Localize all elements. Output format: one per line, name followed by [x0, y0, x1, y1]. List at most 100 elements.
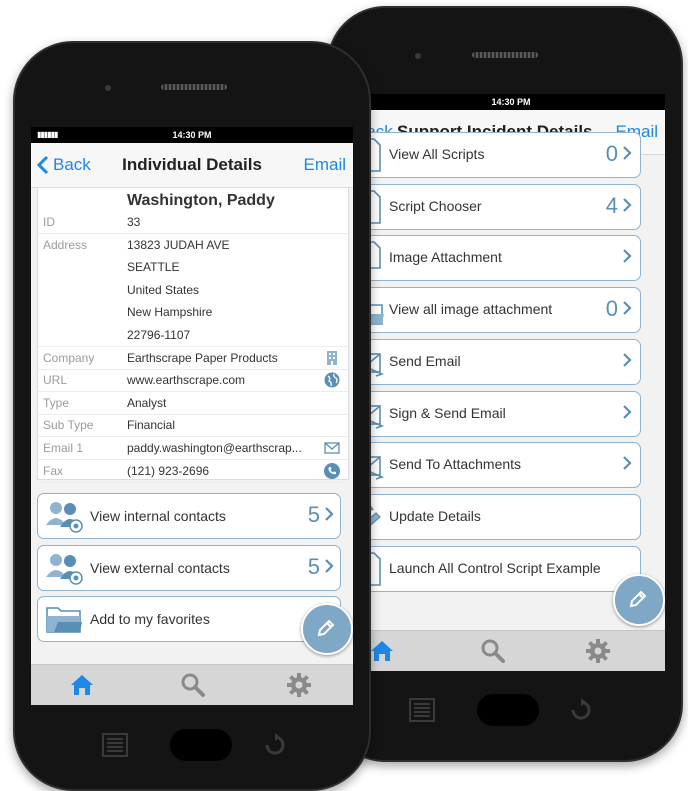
incident-action-row[interactable]: Launch All Control Script Example — [357, 545, 641, 592]
field-label: Fax — [43, 463, 64, 478]
email-button[interactable]: Email — [303, 155, 346, 175]
chevron-right-icon — [623, 404, 632, 419]
row-label: Update Details — [389, 507, 481, 524]
detail-row: ID 33 — [38, 211, 348, 234]
front-camera — [105, 85, 111, 91]
row-label: Send Email — [389, 352, 461, 369]
field-value: SEATTLE — [127, 260, 180, 275]
field-value: New Hampshire — [127, 305, 213, 320]
back-phone: ▮▮ 14:30 PM Back Support Incident Detail… — [327, 6, 683, 762]
earpiece-speaker — [472, 52, 538, 58]
contact-action-card[interactable]: View external contacts 5 — [37, 544, 341, 591]
globe-icon[interactable] — [324, 372, 340, 388]
field-value: www.earthscrape.com — [127, 373, 246, 388]
row-count: 4 — [605, 192, 618, 218]
field-label: Address — [43, 237, 88, 252]
action-label: View internal contacts — [90, 508, 226, 524]
row-label: View All Scripts — [389, 146, 485, 162]
home-hardware-button[interactable] — [477, 694, 539, 726]
field-value: Earthscrape Paper Products — [127, 350, 278, 365]
rotate-icon[interactable] — [263, 733, 287, 757]
field-value: (121) 923-2696 — [127, 463, 210, 478]
detail-row: United States — [38, 279, 348, 301]
chevron-right-icon — [325, 507, 334, 521]
detail-row: Company Earthscrape Paper Products — [38, 347, 348, 370]
nav-bar: Back Individual Details Email — [31, 143, 353, 188]
individual-details-card: Washington, Paddy ID 33 Address 13823 JUDAH… — [37, 187, 349, 483]
field-label: Sub Type — [43, 418, 94, 433]
incident-action-row[interactable]: Script Chooser 4 — [357, 183, 641, 230]
row-count: 0 — [605, 141, 618, 166]
action-count: 5 — [307, 553, 320, 579]
field-value: Analyst — [127, 395, 167, 410]
contact-action-card[interactable]: View internal contacts 5 — [37, 493, 341, 539]
gear-icon[interactable] — [286, 672, 312, 698]
incident-action-row[interactable]: View all image attachment 0 — [357, 287, 641, 334]
status-bar: ▮▮▮▮▮▮ 14:30 PM — [31, 127, 353, 143]
detail-row: SEATTLE — [38, 256, 348, 278]
chevron-right-icon — [623, 456, 632, 470]
chevron-right-icon — [623, 249, 632, 264]
rotate-icon[interactable] — [569, 698, 593, 722]
tab-bar — [357, 630, 665, 671]
building-icon[interactable] — [324, 350, 340, 366]
row-label: Script Chooser — [389, 197, 482, 214]
field-value: 33 — [127, 215, 141, 229]
gear-icon[interactable] — [585, 638, 611, 664]
search-icon[interactable] — [480, 638, 506, 664]
home-icon[interactable] — [369, 638, 395, 664]
back-screen: ▮▮ 14:30 PM Back Support Incident Detail… — [357, 94, 665, 671]
tab-bar — [31, 664, 353, 705]
incident-action-row[interactable]: Sign & Send Email — [357, 390, 641, 437]
envelope-icon[interactable] — [324, 440, 340, 456]
front-phone: ▮▮▮▮▮▮ 14:30 PM Back Individual Details … — [13, 41, 371, 791]
chevron-right-icon — [325, 558, 334, 573]
incident-action-row[interactable]: Send Email — [357, 338, 641, 385]
field-value: paddy.washington@earthscrap... — [127, 441, 302, 455]
pencil-icon — [629, 590, 647, 608]
chevron-right-icon — [623, 301, 632, 315]
folder-icon — [46, 607, 82, 633]
home-hardware-button[interactable] — [170, 729, 232, 761]
menu-lines-icon[interactable] — [409, 698, 435, 722]
row-label: Image Attachment — [389, 249, 502, 266]
status-time: 14:30 PM — [172, 130, 212, 140]
action-label: Add to my favorites — [90, 611, 210, 627]
home-icon[interactable] — [69, 672, 95, 698]
detail-row: Fax (121) 923-2696 — [38, 460, 348, 483]
action-count: 5 — [307, 502, 320, 527]
chevron-right-icon — [623, 146, 632, 160]
row-label: Send To Attachments — [389, 456, 522, 473]
field-label: Email 1 — [43, 441, 84, 455]
chevron-right-icon — [623, 197, 632, 212]
field-label: URL — [43, 373, 68, 388]
contact-action-card[interactable]: Add to my favorites — [37, 596, 341, 642]
detail-row: Sub Type Financial — [38, 414, 348, 438]
menu-lines-icon[interactable] — [102, 733, 128, 757]
row-label: Launch All Control Script Example — [389, 559, 601, 576]
search-icon[interactable] — [180, 672, 206, 698]
detail-row: Address 13823 JUDAH AVE — [38, 234, 348, 256]
incident-action-row[interactable]: Update Details — [357, 493, 641, 540]
earpiece-speaker — [161, 84, 227, 90]
incident-action-row[interactable]: Send To Attachments — [357, 442, 641, 489]
field-value: Financial — [127, 418, 176, 433]
phone-icon[interactable] — [324, 462, 340, 479]
edit-fab-button[interactable] — [301, 603, 353, 655]
people-group-icon — [46, 502, 83, 533]
field-label: ID — [43, 215, 55, 229]
detail-row: 22796-1107 — [38, 324, 348, 347]
pencil-icon — [317, 619, 335, 637]
contact-name: Washington, Paddy — [127, 192, 275, 209]
field-label: Type — [43, 395, 70, 410]
incident-action-row[interactable]: View All Scripts 0 — [357, 132, 641, 178]
edit-fab-button[interactable] — [613, 574, 665, 626]
detail-row: Type Analyst — [38, 392, 348, 415]
front-screen: ▮▮▮▮▮▮ 14:30 PM Back Individual Details … — [31, 127, 353, 705]
field-value: 13823 JUDAH AVE — [127, 237, 230, 252]
field-value: United States — [127, 282, 200, 297]
chevron-right-icon — [623, 353, 632, 367]
detail-row: Email 1 paddy.washington@earthscrap... — [38, 437, 348, 460]
incident-action-row[interactable]: Image Attachment — [357, 235, 641, 282]
detail-row: URL www.earthscrape.com — [38, 369, 348, 393]
